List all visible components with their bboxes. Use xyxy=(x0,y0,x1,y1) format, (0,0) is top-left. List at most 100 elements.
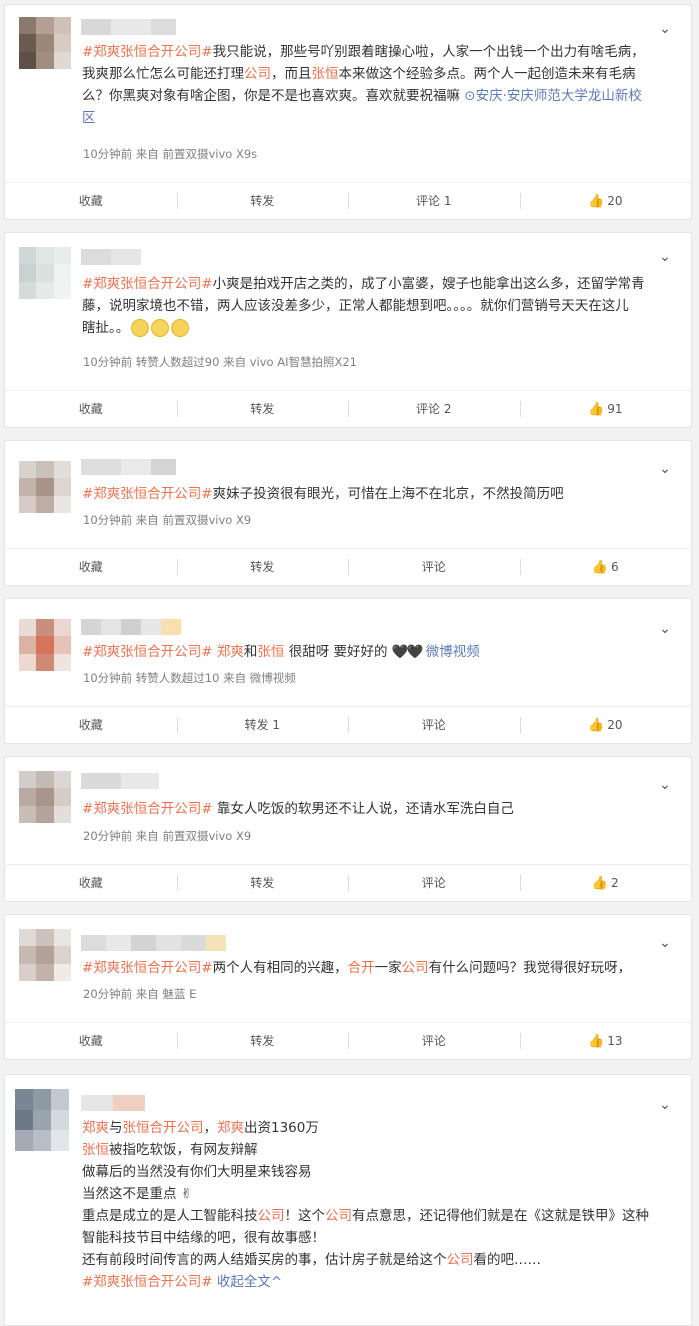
avatar[interactable] xyxy=(19,771,71,823)
comment-button[interactable]: 评论 1 xyxy=(348,183,520,219)
keyword-link[interactable]: 公司 xyxy=(447,1252,474,1268)
avatar[interactable] xyxy=(19,929,71,981)
keyword-link[interactable]: 郑爽 xyxy=(217,644,244,660)
repost-button[interactable]: 转发 1 xyxy=(176,707,349,743)
repost-button[interactable]: 转发 xyxy=(176,183,349,219)
username-blurred[interactable] xyxy=(81,619,181,635)
action-bar: 收藏 转发 评论 👍 13 xyxy=(5,1022,691,1059)
chevron-down-icon[interactable]: ⌄ xyxy=(657,21,673,37)
keyword-link[interactable]: 公司 xyxy=(244,66,271,82)
location-link[interactable]: 微博视频 xyxy=(421,644,480,660)
username-blurred[interactable] xyxy=(81,249,141,265)
hashtag-link[interactable]: #郑爽张恒合开公司# xyxy=(82,1274,213,1290)
chevron-down-icon[interactable]: ⌄ xyxy=(657,249,673,265)
like-count: 2 xyxy=(611,876,619,890)
location-link[interactable]: 收起全文^ xyxy=(213,1274,282,1290)
post-meta: 10分钟前 来自 前置双摄vivo X9s xyxy=(83,147,258,161)
username-blurred[interactable] xyxy=(81,1095,145,1111)
post-text: #郑爽张恒合开公司#两个人有相同的兴趣，合开一家公司有什么问题吗？我觉得很好玩呀… xyxy=(82,957,673,979)
chevron-down-icon[interactable]: ⌄ xyxy=(657,935,673,951)
keyword-link[interactable]: 公司 xyxy=(402,960,429,976)
text-segment: 我爽那么忙怎么可能还打理 xyxy=(82,66,244,82)
post-text-line: 智能科技节目中结缘的吧，很有故事感！ xyxy=(82,1227,673,1249)
like-button[interactable]: 👍 20 xyxy=(519,183,692,219)
keyword-link[interactable]: 郑爽 xyxy=(217,1120,244,1136)
hashtag-link[interactable]: #郑爽张恒合开公司# xyxy=(82,644,213,660)
collect-button[interactable]: 收藏 xyxy=(5,1023,177,1059)
post-text-line: #郑爽张恒合开公司#两个人有相同的兴趣，合开一家公司有什么问题吗？我觉得很好玩呀… xyxy=(82,957,673,979)
location-link[interactable]: ⊙安庆·安庆师范大学龙山新校 xyxy=(464,88,642,104)
hearts-emoji-icon: 🖤🖤 xyxy=(391,644,424,660)
keyword-link[interactable]: 合开公司 xyxy=(150,1120,204,1136)
text-segment: 藤，说明家境也不错，两人应该没差多少，正常人都能想到吧。。。。就你们营销号天天在… xyxy=(82,298,629,314)
comment-button[interactable]: 评论 2 xyxy=(348,391,520,427)
chevron-down-icon[interactable]: ⌄ xyxy=(657,1097,673,1113)
keyword-link[interactable]: 郑爽 xyxy=(82,1120,109,1136)
keyword-link[interactable]: 合开 xyxy=(348,960,375,976)
avatar[interactable] xyxy=(19,247,71,299)
hashtag-link[interactable]: #郑爽张恒合开公司# xyxy=(82,486,213,502)
post-text-line: 区 xyxy=(82,107,673,129)
avatar[interactable] xyxy=(19,619,71,671)
avatar[interactable] xyxy=(19,461,71,513)
text-segment: ，而且 xyxy=(271,66,312,82)
username-blurred[interactable] xyxy=(81,459,176,475)
like-count: 91 xyxy=(607,402,623,416)
like-count: 20 xyxy=(607,194,623,208)
hashtag-link[interactable]: #郑爽张恒合开公司# xyxy=(82,960,213,976)
like-button[interactable]: 👍 2 xyxy=(519,865,692,901)
action-bar: 收藏 转发 评论 👍 6 xyxy=(5,548,691,585)
post-text-line: 做幕后的当然没有你们大明星来钱容易 xyxy=(82,1161,673,1183)
post-meta: 20分钟前 来自 前置双摄vivo X9 xyxy=(83,829,252,843)
keyword-link[interactable]: 张恒 xyxy=(257,644,284,660)
avatar[interactable] xyxy=(19,17,71,69)
like-button[interactable]: 👍 6 xyxy=(519,549,692,585)
repost-button[interactable]: 转发 xyxy=(176,865,349,901)
keyword-link[interactable]: 公司 xyxy=(325,1208,352,1224)
thumbs-up-icon: 👍 xyxy=(591,876,609,891)
like-button[interactable]: 👍 20 xyxy=(519,707,692,743)
collect-button[interactable]: 收藏 xyxy=(5,865,177,901)
username-blurred[interactable] xyxy=(81,19,176,35)
post-text-line: 郑爽与张恒合开公司，郑爽出资1360万 xyxy=(82,1117,673,1139)
repost-button[interactable]: 转发 xyxy=(176,391,349,427)
comment-button[interactable]: 评论 xyxy=(348,549,520,585)
like-count: 6 xyxy=(611,560,619,574)
comment-button[interactable]: 评论 xyxy=(348,1023,520,1059)
post-text: #郑爽张恒合开公司#爽妹子投资很有眼光，可惜在上海不在北京，不然投简历吧 xyxy=(82,483,673,505)
hashtag-link[interactable]: #郑爽张恒合开公司# xyxy=(82,276,213,292)
keyword-link[interactable]: 张恒 xyxy=(123,1120,150,1136)
keyword-link[interactable]: 张恒 xyxy=(312,66,339,82)
keyword-link[interactable]: 张恒 xyxy=(82,1142,109,1158)
collect-button[interactable]: 收藏 xyxy=(5,183,177,219)
thumbs-up-icon: 👍 xyxy=(591,560,609,575)
text-segment: 智能科技节目中结缘的吧，很有故事感！ xyxy=(82,1230,325,1246)
collect-button[interactable]: 收藏 xyxy=(5,391,177,427)
hashtag-link[interactable]: #郑爽张恒合开公司# xyxy=(82,44,213,60)
post-meta: 10分钟前 转赞人数超过90 来自 vivo AI智慧拍照X21 xyxy=(83,355,357,369)
text-segment: ， xyxy=(203,1120,218,1136)
like-button[interactable]: 👍 13 xyxy=(519,1023,692,1059)
text-segment: 与 xyxy=(109,1120,123,1136)
chevron-down-icon[interactable]: ⌄ xyxy=(657,777,673,793)
collect-button[interactable]: 收藏 xyxy=(5,707,177,743)
post-text-line: 当然这不是重点 ✌ xyxy=(82,1183,673,1205)
keyword-link[interactable]: 公司 xyxy=(258,1208,285,1224)
comment-button[interactable]: 评论 xyxy=(348,707,520,743)
username-blurred[interactable] xyxy=(81,773,159,789)
hashtag-link[interactable]: #郑爽张恒合开公司# xyxy=(82,801,213,817)
like-count: 20 xyxy=(607,718,623,732)
post-meta: 10分钟前 转赞人数超过10 来自 微博视频 xyxy=(83,671,296,685)
collect-button[interactable]: 收藏 xyxy=(5,549,177,585)
text-segment: 瞎扯。。 xyxy=(82,320,130,336)
username-blurred[interactable] xyxy=(81,935,226,951)
text-segment: 当然这不是重点 xyxy=(82,1186,177,1202)
comment-button[interactable]: 评论 xyxy=(348,865,520,901)
chevron-down-icon[interactable]: ⌄ xyxy=(657,621,673,637)
repost-button[interactable]: 转发 xyxy=(176,549,349,585)
avatar[interactable] xyxy=(15,1089,69,1151)
like-button[interactable]: 👍 91 xyxy=(519,391,692,427)
chevron-down-icon[interactable]: ⌄ xyxy=(657,461,673,477)
location-link[interactable]: 区 xyxy=(82,110,96,126)
repost-button[interactable]: 转发 xyxy=(176,1023,349,1059)
